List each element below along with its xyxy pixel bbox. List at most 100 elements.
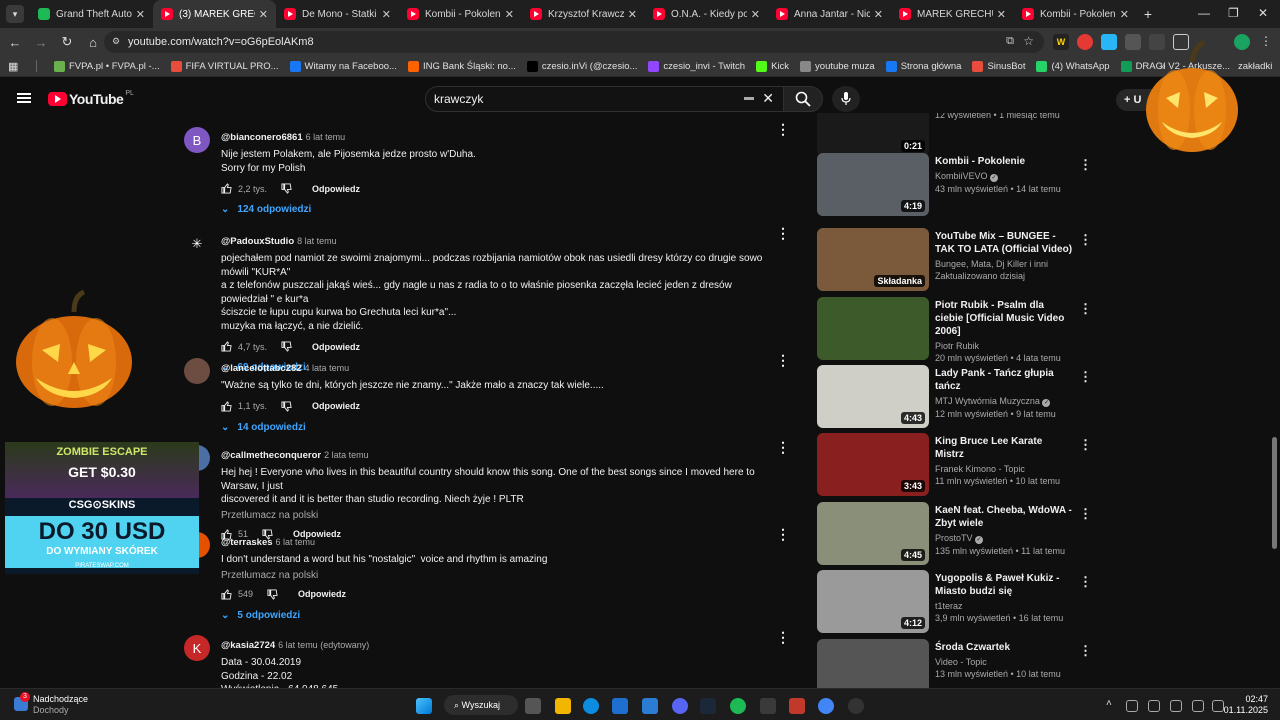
- video-title[interactable]: King Bruce Lee Karate Mistrz: [935, 435, 1073, 461]
- comment-author[interactable]: @PadouxStudio: [221, 236, 294, 247]
- spotify-icon[interactable]: [730, 698, 746, 714]
- avatar[interactable]: K: [184, 635, 210, 661]
- bookmark-star-icon[interactable]: ☆: [1023, 34, 1034, 48]
- comment-more-icon[interactable]: ⋮: [776, 122, 790, 136]
- video-thumbnail[interactable]: 4:45: [817, 502, 929, 565]
- comment-more-icon[interactable]: ⋮: [776, 353, 790, 367]
- browser-tab[interactable]: Krzysztof Krawczyk & ✕: [522, 0, 645, 28]
- bookmark-item[interactable]: Kick: [756, 60, 789, 72]
- comment-time[interactable]: 2 lata temu: [324, 450, 369, 460]
- video-more-icon[interactable]: ⋮: [1079, 437, 1092, 453]
- video-thumbnail[interactable]: 4:19: [817, 153, 929, 216]
- thumbs-up-icon[interactable]: [221, 183, 232, 194]
- search-button[interactable]: [783, 86, 823, 112]
- thumbs-down-icon[interactable]: [281, 341, 292, 352]
- avatar[interactable]: B: [184, 127, 210, 153]
- video-more-icon[interactable]: ⋮: [1079, 301, 1092, 317]
- browser-tab[interactable]: Kombii - Pokolenie - ✕: [1014, 0, 1137, 28]
- back-button[interactable]: ←: [4, 35, 26, 50]
- forward-button[interactable]: →: [30, 35, 52, 50]
- video-channel[interactable]: Video - Topic: [935, 657, 1073, 667]
- comment-time[interactable]: 4 lata temu: [305, 363, 350, 373]
- video-thumbnail[interactable]: Składanka: [817, 228, 929, 291]
- video-more-icon[interactable]: ⋮: [1079, 506, 1092, 522]
- comment-author[interactable]: @kasia2724: [221, 640, 275, 651]
- windows-start-icon[interactable]: [416, 698, 432, 714]
- bookmark-item[interactable]: FVPA.pl • FVPA.pl -...: [54, 60, 160, 72]
- related-video[interactable]: 3:43 King Bruce Lee Karate Mistrz Franek K…: [817, 433, 1097, 497]
- taskbar-search-button[interactable]: ⌕ Wyszukaj: [444, 695, 518, 715]
- thumbs-up-icon[interactable]: [221, 400, 232, 412]
- related-video[interactable]: 4:45 KaeN feat. Cheeba, WdoWA - Zbyt wiel…: [817, 502, 1097, 566]
- video-channel[interactable]: Franek Kimono - Topic: [935, 464, 1073, 474]
- video-title[interactable]: Yugopolis & Paweł Kukiz - Miasto budzi s…: [935, 572, 1073, 598]
- edge-icon[interactable]: [583, 698, 599, 714]
- related-video[interactable]: Piotr Rubik - Psalm dla ciebie [Official…: [817, 297, 1097, 363]
- show-replies-button[interactable]: ⌄ 5 odpowiedzi: [221, 610, 781, 621]
- reload-button[interactable]: ↻: [56, 34, 78, 50]
- bookmark-item[interactable]: ING Bank Śląski: no...: [407, 60, 516, 72]
- video-channel[interactable]: ProstoTV ✓: [935, 533, 1073, 544]
- tab-close-icon[interactable]: ✕: [1120, 8, 1129, 21]
- video-title[interactable]: KaeN feat. Cheeba, WdoWA - Zbyt wiele: [935, 504, 1073, 530]
- reply-button[interactable]: Odpowiedz: [312, 184, 360, 194]
- video-channel[interactable]: t1teraz: [935, 601, 1073, 611]
- extension-gray-icon[interactable]: [1125, 34, 1141, 50]
- video-title[interactable]: Piotr Rubik - Psalm dla ciebie [Official…: [935, 299, 1073, 338]
- close-window-button[interactable]: ✕: [1258, 6, 1268, 20]
- app-icon[interactable]: [789, 698, 805, 714]
- browser-tab[interactable]: Grand Theft Auto V | ✕: [30, 0, 153, 28]
- store-icon[interactable]: [612, 698, 628, 714]
- video-channel[interactable]: Bungee, Mata, Dj Killer i inni: [935, 259, 1073, 269]
- page-scrollbar[interactable]: [1272, 437, 1277, 549]
- thumbs-down-icon[interactable]: [281, 400, 292, 412]
- video-thumbnail[interactable]: 3:43: [817, 433, 929, 496]
- reply-button[interactable]: Odpowiedz: [312, 401, 360, 411]
- minimize-button[interactable]: —: [1198, 6, 1210, 20]
- avatar[interactable]: ✳: [184, 231, 210, 257]
- weather-title[interactable]: Nadchodzące: [33, 694, 88, 704]
- tab-close-icon[interactable]: ✕: [751, 8, 760, 21]
- video-more-icon[interactable]: ⋮: [1079, 369, 1092, 385]
- extension-w-icon[interactable]: W: [1053, 34, 1069, 50]
- translate-link[interactable]: Przetłumacz na polski: [221, 510, 781, 521]
- video-title[interactable]: YouTube Mix – BUNGEE - TAK TO LATA (Offi…: [935, 230, 1073, 256]
- apps-grid-icon[interactable]: ▦: [8, 60, 24, 73]
- hamburger-menu-icon[interactable]: [17, 93, 31, 103]
- all-bookmarks-label[interactable]: zakładki: [1238, 61, 1272, 72]
- video-thumbnail[interactable]: 4:43: [817, 365, 929, 428]
- bookmark-item[interactable]: czesio_invi - Twitch: [648, 60, 745, 72]
- tray-network-icon[interactable]: [1126, 700, 1138, 712]
- thumbs-down-icon[interactable]: [281, 183, 292, 194]
- video-thumbnail[interactable]: 4:12: [817, 570, 929, 633]
- avatar[interactable]: [184, 358, 210, 384]
- tab-close-icon[interactable]: ✕: [628, 8, 637, 21]
- comment-more-icon[interactable]: ⋮: [776, 630, 790, 644]
- tray-chevron-icon[interactable]: ˄: [1106, 698, 1112, 709]
- video-title[interactable]: Kombii - Pokolenie: [935, 155, 1073, 168]
- video-title[interactable]: Środa Czwartek: [935, 641, 1073, 654]
- browser-tab[interactable]: Kombii - Pokolenie - ✕: [399, 0, 522, 28]
- site-info-icon[interactable]: ⚙: [112, 36, 120, 47]
- bookmark-item[interactable]: czesio.inVi (@czesio...: [526, 60, 637, 72]
- obs-icon[interactable]: [848, 698, 864, 714]
- tab-close-icon[interactable]: ✕: [997, 8, 1006, 21]
- comment-more-icon[interactable]: ⋮: [776, 440, 790, 454]
- video-thumbnail[interactable]: [817, 297, 929, 360]
- file-explorer-icon[interactable]: [555, 698, 571, 714]
- extension-blue-icon[interactable]: [1101, 34, 1117, 50]
- bookmark-item[interactable]: youtube muza: [800, 60, 875, 72]
- bookmark-item[interactable]: Strona główna: [885, 60, 961, 72]
- discord-icon[interactable]: [672, 698, 688, 714]
- new-tab-button[interactable]: +: [1137, 6, 1159, 22]
- comment-more-icon[interactable]: ⋮: [776, 527, 790, 541]
- bookmark-item[interactable]: Witamy na Faceboo...: [289, 60, 397, 72]
- home-button[interactable]: ⌂: [82, 35, 104, 50]
- advertisement-overlay[interactable]: ZOMBIE ESCAPE GET $0.30 CSG⊙SKINS DO 30 …: [5, 442, 199, 574]
- thumbs-down-icon[interactable]: [267, 588, 278, 600]
- related-video[interactable]: Środa Czwartek Video - Topic 13 mln wyświe…: [817, 639, 1097, 688]
- video-more-icon[interactable]: ⋮: [1079, 157, 1092, 173]
- bookmark-item[interactable]: FIFA VIRTUAL PRO...: [170, 60, 279, 72]
- tab-close-icon[interactable]: ✕: [136, 8, 145, 21]
- task-view-icon[interactable]: [525, 698, 541, 714]
